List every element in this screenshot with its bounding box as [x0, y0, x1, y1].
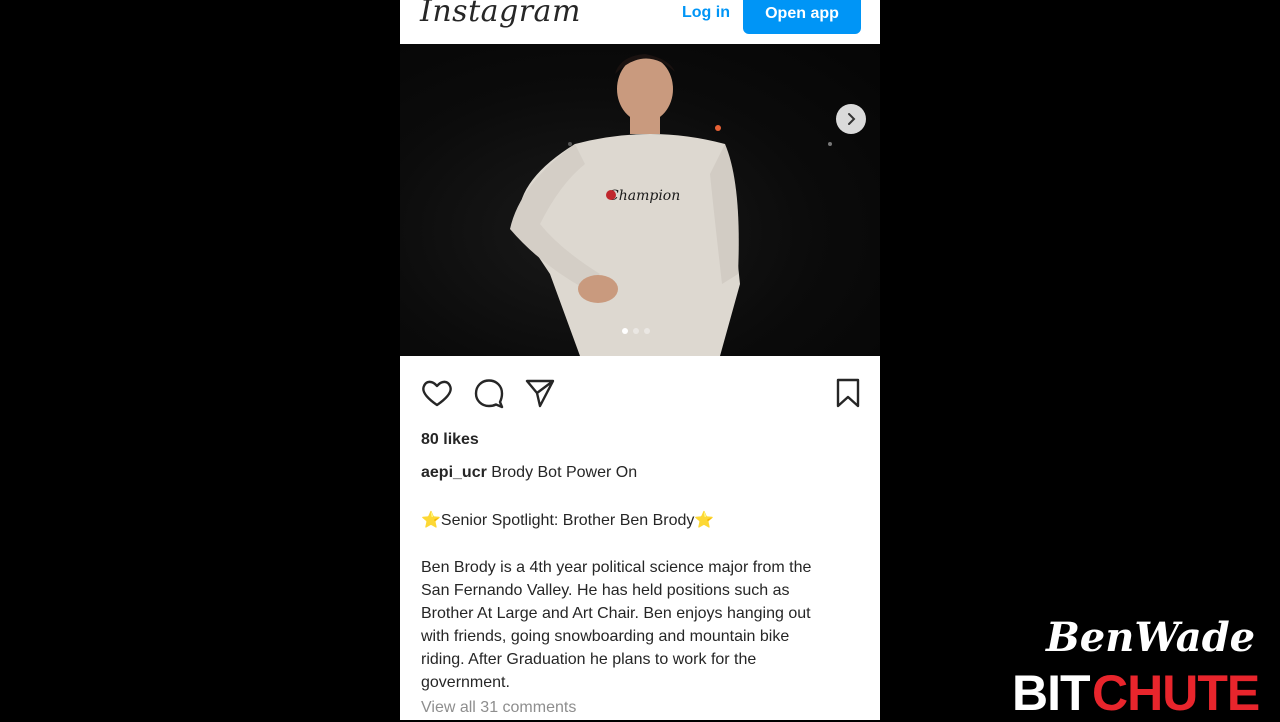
post-body: Ben Brody is a 4th year political scienc…: [421, 556, 866, 694]
instagram-mobile-view: Instagram Log in Open app Champion 80 li…: [400, 0, 880, 720]
svg-text:Champion: Champion: [608, 188, 680, 204]
carousel-dot: [644, 328, 650, 334]
share-button[interactable]: [523, 376, 557, 410]
post-caption: aepi_ucr Brody Bot Power On: [421, 464, 637, 482]
caption-text: Brody Bot Power On: [491, 464, 638, 481]
carousel-dot: [633, 328, 639, 334]
post-photo[interactable]: Champion: [400, 44, 880, 356]
person-photo: Champion: [510, 54, 832, 356]
spotlight-heading: ⭐Senior Spotlight: Brother Ben Brody⭐: [421, 512, 715, 529]
send-icon: [525, 379, 555, 408]
likes-count[interactable]: 80 likes: [421, 431, 479, 449]
instagram-logo[interactable]: Instagram: [420, 0, 581, 29]
watermark-brand-left: BIT: [1012, 665, 1091, 721]
carousel-indicator: [622, 328, 650, 334]
login-link[interactable]: Log in: [682, 4, 730, 22]
body-line: riding. After Graduation he plans to wor…: [421, 651, 757, 668]
post-actions: [400, 376, 880, 412]
post-username[interactable]: aepi_ucr: [421, 464, 487, 481]
body-line: Ben Brody is a 4th year political scienc…: [421, 559, 812, 576]
heart-icon: [422, 380, 452, 407]
carousel-dot-active: [622, 328, 628, 334]
bookmark-icon: [836, 378, 860, 408]
comment-button[interactable]: [472, 376, 506, 410]
body-line: San Fernando Valley. He has held positio…: [421, 582, 790, 599]
view-comments-link[interactable]: View all 31 comments: [421, 699, 576, 717]
watermark-brand-right: CHUTE: [1092, 665, 1260, 721]
body-line: with friends, going snowboarding and mou…: [421, 628, 790, 645]
open-app-button[interactable]: Open app: [743, 0, 861, 34]
next-slide-button[interactable]: [836, 104, 866, 134]
watermark-name: BenWade: [1046, 614, 1256, 661]
like-button[interactable]: [420, 376, 454, 410]
save-button[interactable]: [831, 376, 865, 410]
chevron-right-icon: [848, 113, 856, 125]
body-line: government.: [421, 674, 510, 691]
top-bar: Instagram Log in Open app: [400, 0, 880, 45]
body-line: Brother At Large and Art Chair. Ben enjo…: [421, 605, 811, 622]
comment-icon: [474, 379, 504, 409]
